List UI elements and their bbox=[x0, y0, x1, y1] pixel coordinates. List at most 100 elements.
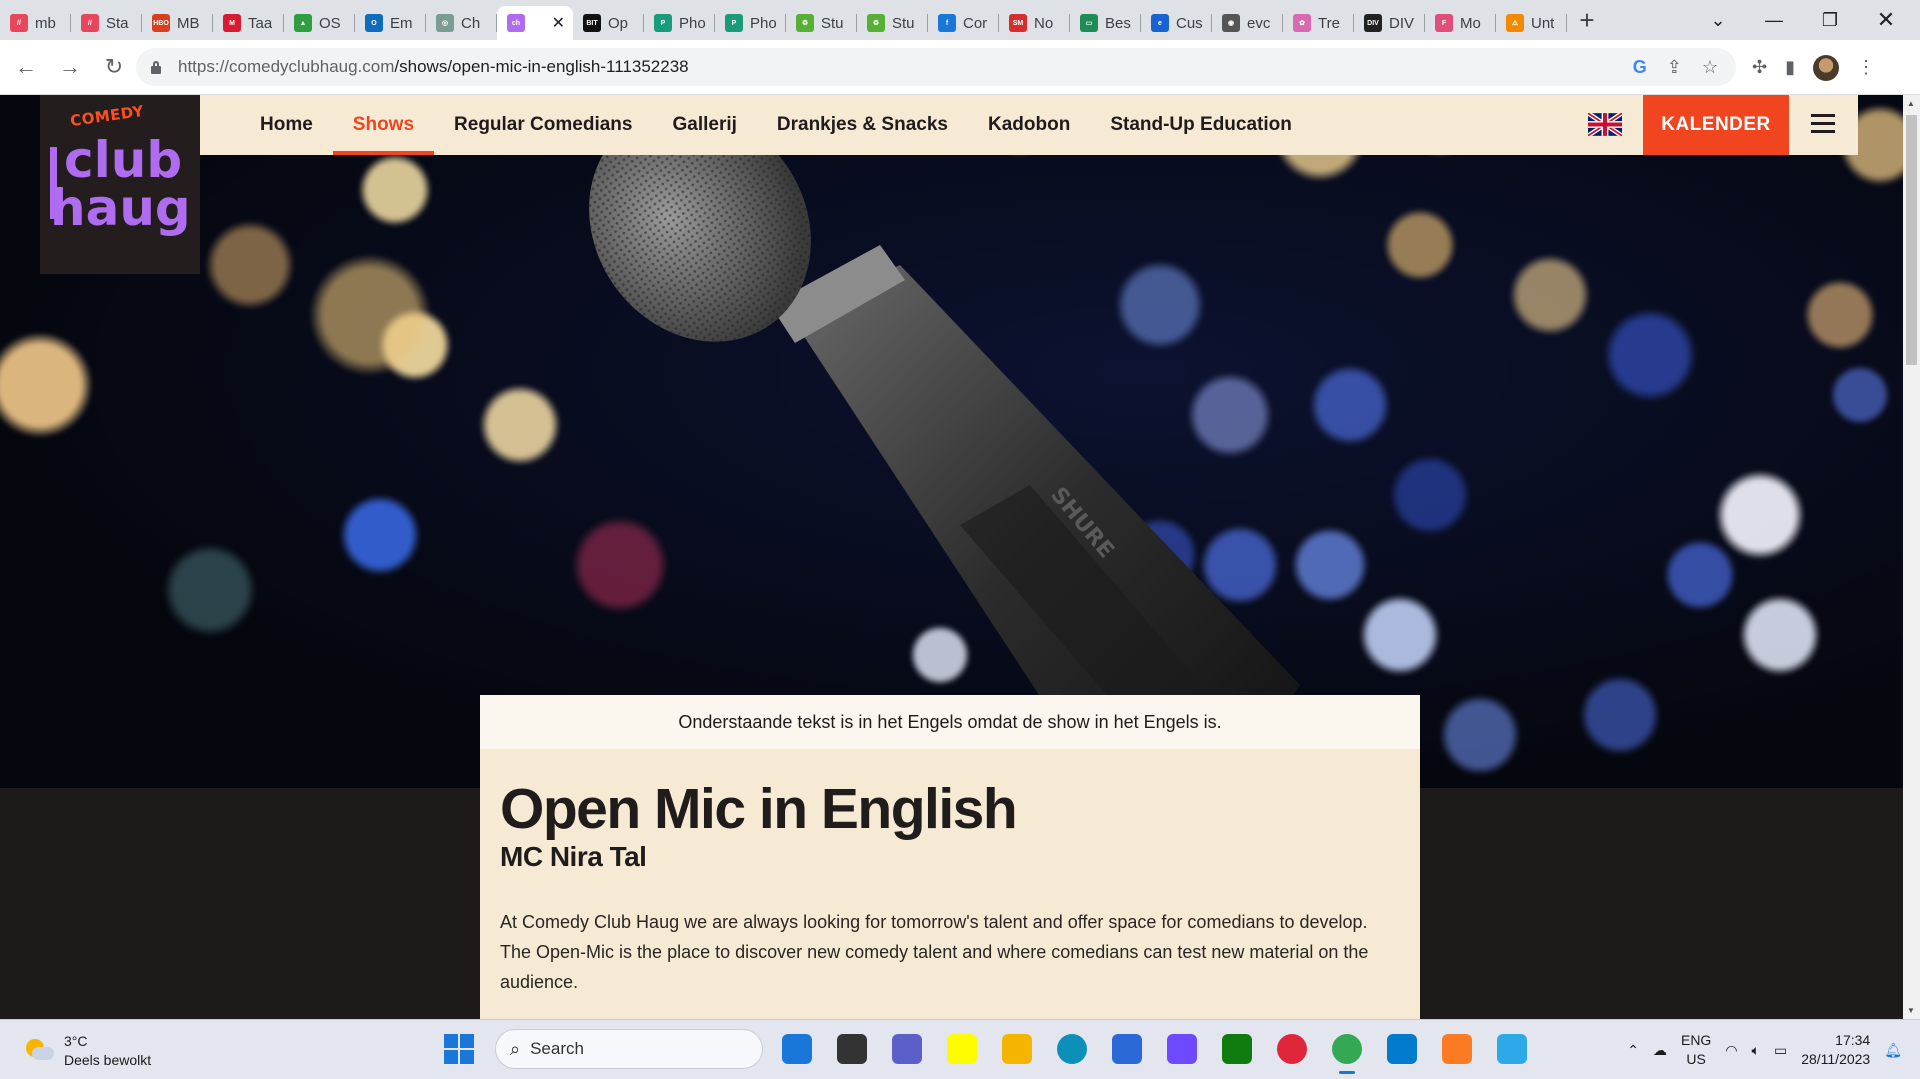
edge-icon[interactable] bbox=[1051, 1028, 1093, 1070]
browser-tab[interactable]: O Em bbox=[355, 6, 426, 40]
store-icon[interactable] bbox=[1106, 1028, 1148, 1070]
browser-tab[interactable]: e Cus bbox=[1141, 6, 1212, 40]
battery-icon[interactable]: ▭ bbox=[1774, 1042, 1787, 1059]
task-view-icon[interactable] bbox=[831, 1028, 873, 1070]
back-icon[interactable]: ← bbox=[8, 49, 44, 85]
teams-icon[interactable] bbox=[886, 1028, 928, 1070]
browser-tab[interactable]: ⚠ Unt bbox=[1496, 6, 1567, 40]
browser-tab[interactable]: ch ✕ bbox=[497, 6, 573, 40]
tab-close-icon[interactable]: ✕ bbox=[552, 13, 565, 33]
snapchat-icon[interactable] bbox=[941, 1028, 983, 1070]
nav-item-stand-up-education[interactable]: Stand-Up Education bbox=[1090, 95, 1312, 155]
clock[interactable]: 17:34 28/11/2023 bbox=[1801, 1031, 1870, 1069]
browser-tab[interactable]: ♻ Stu bbox=[857, 6, 928, 40]
store-icon-glyph bbox=[1112, 1034, 1142, 1064]
nav-item-drankjes-snacks[interactable]: Drankjes & Snacks bbox=[757, 95, 968, 155]
browser-tab[interactable]: P Pho bbox=[644, 6, 715, 40]
browser-tab[interactable]: ▲ OS bbox=[284, 6, 355, 40]
page-scrollbar[interactable]: ▲ ▼ bbox=[1903, 95, 1920, 1019]
browser-tab[interactable]: ◎ Ch bbox=[426, 6, 497, 40]
browser-tab[interactable]: DIV DIV bbox=[1354, 6, 1425, 40]
wifi-icon[interactable]: ◠ bbox=[1725, 1042, 1737, 1059]
browser-tab[interactable]: SM No bbox=[999, 6, 1070, 40]
chrome-icon[interactable] bbox=[1326, 1028, 1368, 1074]
close-window-button[interactable]: ✕ bbox=[1858, 0, 1914, 40]
tab-title: Op bbox=[608, 14, 629, 32]
tab-title: OS bbox=[319, 14, 341, 32]
edge-icon-glyph bbox=[1057, 1034, 1087, 1064]
input-language[interactable]: ENG US bbox=[1681, 1031, 1711, 1069]
new-tab-button[interactable]: + bbox=[1567, 0, 1607, 40]
browser-tab[interactable]: // mb bbox=[0, 6, 71, 40]
onedrive-icon[interactable]: ☁ bbox=[1653, 1042, 1667, 1059]
tab-title: Ch bbox=[461, 14, 481, 32]
nav-item-gallerij[interactable]: Gallerij bbox=[652, 95, 756, 155]
browser-tab[interactable]: ✿ Tre bbox=[1283, 6, 1354, 40]
opera-icon[interactable] bbox=[1271, 1028, 1313, 1070]
taskbar-search-box[interactable]: ⌕ Search bbox=[495, 1029, 763, 1069]
uk-flag-icon[interactable] bbox=[1588, 113, 1622, 136]
forward-icon[interactable]: → bbox=[52, 49, 88, 85]
tab-search-icon[interactable]: ⌄ bbox=[1690, 0, 1746, 40]
nav-item-regular-comedians[interactable]: Regular Comedians bbox=[434, 95, 652, 155]
tab-favicon-icon: ◉ bbox=[1222, 14, 1240, 32]
browser-tab[interactable]: HBO MB bbox=[142, 6, 213, 40]
restore-button[interactable]: ❐ bbox=[1802, 0, 1858, 40]
profile-avatar[interactable] bbox=[1813, 54, 1839, 81]
extensions-icon[interactable]: ✣ bbox=[1752, 57, 1767, 78]
side-panel-icon[interactable]: ▮ bbox=[1785, 57, 1795, 78]
scrollbar-thumb[interactable] bbox=[1906, 115, 1917, 365]
show-hidden-icons-icon[interactable]: ⌃ bbox=[1627, 1042, 1639, 1059]
tab-title: Bes bbox=[1105, 14, 1131, 32]
browser-tab[interactable]: F Mo bbox=[1425, 6, 1496, 40]
site-logo[interactable]: COMEDY club haug bbox=[40, 95, 200, 274]
hamburger-menu-icon[interactable] bbox=[1811, 114, 1835, 134]
weather-temperature: 3°C bbox=[64, 1033, 88, 1049]
nav-item-shows[interactable]: Shows bbox=[332, 95, 435, 155]
browser-tab[interactable]: ▭ Bes bbox=[1070, 6, 1141, 40]
browser-tab[interactable]: f Cor bbox=[928, 6, 999, 40]
browser-tab[interactable]: ◉ evc bbox=[1212, 6, 1283, 40]
windows-start-icon[interactable] bbox=[444, 1034, 474, 1064]
tab-title: Cor bbox=[963, 14, 988, 32]
proton-icon[interactable] bbox=[1161, 1028, 1203, 1070]
browser-tab[interactable]: // Sta bbox=[71, 6, 142, 40]
volume-icon[interactable]: 🔈︎ bbox=[1752, 1042, 1760, 1059]
file-explorer-icon[interactable] bbox=[996, 1028, 1038, 1070]
vscode-icon[interactable] bbox=[1381, 1028, 1423, 1070]
scroll-up-icon[interactable]: ▲ bbox=[1907, 99, 1915, 108]
bookmark-star-icon[interactable]: ☆ bbox=[1702, 57, 1718, 78]
tab-title: Cus bbox=[1176, 14, 1203, 32]
tab-favicon-icon: ▲ bbox=[294, 14, 312, 32]
hero-image: SHURE bbox=[0, 95, 1903, 788]
weather-widget[interactable]: 3°C Deels bewolkt bbox=[24, 1032, 151, 1070]
weather-description: Deels bewolkt bbox=[64, 1052, 152, 1068]
scroll-down-icon[interactable]: ▼ bbox=[1907, 1006, 1915, 1015]
menu-kebab-icon[interactable]: ⋮ bbox=[1857, 57, 1875, 78]
url-text[interactable]: https://comedyclubhaug.com/shows/open-mi… bbox=[178, 57, 689, 77]
share-icon[interactable]: ⇪ bbox=[1667, 57, 1682, 78]
bing-icon-glyph bbox=[782, 1034, 812, 1064]
bing-icon[interactable] bbox=[776, 1028, 818, 1070]
nav-item-home[interactable]: Home bbox=[240, 95, 333, 155]
reload-icon[interactable]: ↻ bbox=[96, 49, 132, 85]
address-bar[interactable]: https://comedyclubhaug.com/shows/open-mi… bbox=[136, 48, 1736, 86]
xampp-icon[interactable] bbox=[1436, 1028, 1478, 1070]
browser-tab[interactable]: BIT Op bbox=[573, 6, 644, 40]
tab-favicon-icon: M bbox=[223, 14, 241, 32]
browser-tab[interactable]: ♻ Stu bbox=[786, 6, 857, 40]
notification-bell-icon[interactable]: 🔔︎ bbox=[1884, 1042, 1902, 1059]
tab-favicon-icon: ✿ bbox=[1293, 14, 1311, 32]
kalender-button[interactable]: KALENDER bbox=[1643, 95, 1789, 155]
browser-tab[interactable]: P Pho bbox=[715, 6, 786, 40]
minimize-button[interactable]: — bbox=[1746, 0, 1802, 40]
browser-tab[interactable]: M Taa bbox=[213, 6, 284, 40]
windows-taskbar: 3°C Deels bewolkt ⌕ Search ⌃ ☁ ENG US ◠ … bbox=[0, 1019, 1920, 1079]
tab-title: No bbox=[1034, 14, 1054, 32]
xbox-icon[interactable] bbox=[1216, 1028, 1258, 1070]
nav-item-kadobon[interactable]: Kadobon bbox=[968, 95, 1090, 155]
filezilla-icon[interactable] bbox=[1491, 1028, 1533, 1070]
google-translate-icon[interactable]: G bbox=[1633, 57, 1647, 78]
system-tray: ⌃ ☁ ENG US ◠ 🔈︎ ▭ 17:34 28/11/2023 🔔︎ bbox=[1627, 1020, 1920, 1079]
show-title: Open Mic in English bbox=[500, 777, 1018, 841]
